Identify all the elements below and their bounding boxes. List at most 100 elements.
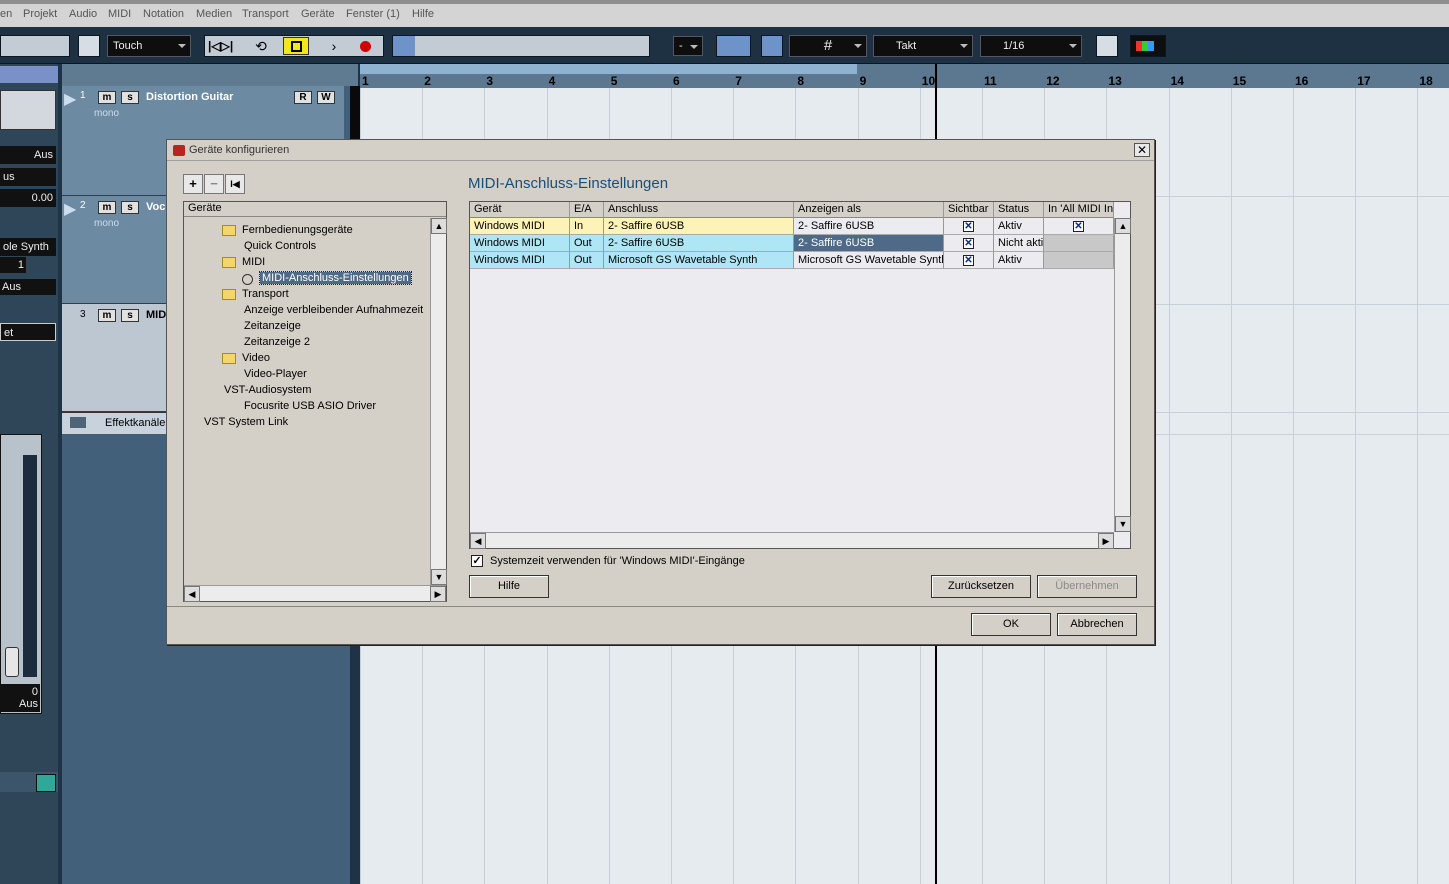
reset-device-button[interactable]: I◀ [225, 174, 245, 194]
grid-type-icon[interactable]: # [789, 35, 867, 57]
tree-item[interactable]: Transport [222, 288, 289, 300]
tree-item[interactable]: Zeitanzeige [242, 320, 303, 332]
table-cell-anzeigen[interactable]: 2- Saffire 6USB [794, 218, 944, 235]
expand-icon[interactable]: ▶ [64, 89, 76, 109]
solo-button[interactable]: s [121, 201, 139, 214]
cycle-icon[interactable]: ⟲ [250, 38, 272, 54]
table-cell-sichtbar[interactable]: ✕ [944, 252, 994, 269]
read-button[interactable]: R [294, 91, 312, 104]
scroll-left-icon[interactable]: ◀ [184, 586, 200, 602]
mute-button[interactable]: m [98, 91, 116, 104]
inspector-aus2[interactable]: Aus [0, 279, 56, 295]
col-header-status[interactable]: Status [994, 202, 1044, 218]
play-icon[interactable]: › [323, 37, 345, 55]
channel-fader[interactable] [0, 434, 42, 714]
quantize-setup-icon[interactable] [1096, 35, 1118, 57]
tree-item[interactable]: Video-Player [242, 368, 309, 380]
menu-item-fenster[interactable]: Fenster (1) [346, 8, 400, 20]
menu-item-audio[interactable]: Audio [69, 8, 97, 20]
scroll-left-icon[interactable]: ◀ [470, 533, 486, 549]
menu-item-geraete[interactable]: Geräte [301, 8, 335, 20]
scroll-down-icon[interactable]: ▼ [431, 569, 447, 585]
menu-item-hilfe[interactable]: Hilfe [412, 8, 434, 20]
ok-button[interactable]: OK [971, 613, 1051, 636]
quantize-select[interactable]: 1/16 [980, 35, 1082, 57]
col-header-sichtbar[interactable]: Sichtbar [944, 202, 994, 218]
close-icon[interactable]: ✕ [1134, 143, 1150, 157]
fader-knob[interactable] [5, 647, 19, 677]
automation-icon[interactable] [78, 35, 100, 57]
solo-button[interactable]: s [121, 91, 139, 104]
help-button[interactable]: Hilfe [469, 575, 549, 598]
table-horizontal-scrollbar[interactable]: ◀ ▶ [470, 532, 1114, 549]
mute-button[interactable]: m [98, 201, 116, 214]
inspector-aus1[interactable]: Aus [0, 146, 56, 164]
grid-type-select[interactable]: Takt [873, 35, 973, 57]
inspector-synth[interactable]: ole Synth [0, 238, 56, 256]
col-header-geraet[interactable]: Gerät [470, 202, 570, 218]
tree-item[interactable]: VST-Audiosystem [222, 384, 313, 396]
tree-vertical-scrollbar[interactable]: ▲ ▼ [430, 218, 447, 585]
col-header-anzeigen[interactable]: Anzeigen als [794, 202, 944, 218]
tree-item[interactable]: VST System Link [202, 416, 290, 428]
timeline-ruler[interactable] [360, 64, 1449, 88]
snap-icon[interactable] [716, 35, 751, 57]
inspector-channel[interactable]: 1 [0, 257, 26, 273]
menu-item-datei[interactable]: en [0, 8, 12, 20]
checkbox-checked[interactable]: ✕ [963, 238, 974, 249]
arrow-tool-icon[interactable] [393, 36, 415, 56]
inspector-et[interactable]: et [0, 323, 56, 341]
inspector-value[interactable]: 0.00 [0, 189, 56, 207]
col-header-anschluss[interactable]: Anschluss [604, 202, 794, 218]
menu-item-notation[interactable]: Notation [143, 8, 184, 20]
add-device-button[interactable]: + [183, 174, 203, 194]
table-cell-anzeigen[interactable]: 2- Saffire 6USB [794, 235, 944, 252]
tree-item[interactable]: Anzeige verbleibender Aufnahmezeit [242, 304, 425, 316]
automation-mode-select[interactable]: Touch [107, 35, 191, 57]
tree-item[interactable]: Zeitanzeige 2 [242, 336, 312, 348]
step-select[interactable]: - [673, 36, 703, 56]
record-icon[interactable] [360, 41, 371, 52]
table-cell-sichtbar[interactable]: ✕ [944, 235, 994, 252]
table-cell-sichtbar[interactable]: ✕ [944, 218, 994, 235]
color-select-icon[interactable] [1130, 35, 1166, 57]
inspector-us[interactable]: us [0, 168, 56, 186]
tree-item[interactable]: Video [222, 352, 270, 364]
table-cell-allmidi[interactable]: ✕ [1044, 218, 1114, 235]
col-header-ea[interactable]: E/A [570, 202, 604, 218]
scroll-down-icon[interactable]: ▼ [1115, 516, 1131, 532]
stop-button[interactable] [283, 37, 309, 55]
window-tools-group[interactable] [0, 35, 70, 57]
inspector-buttons[interactable] [0, 90, 56, 130]
tree-item[interactable]: MIDI-Anschluss-Einstellungen [242, 271, 412, 285]
solo-button[interactable]: s [121, 309, 139, 322]
scroll-up-icon[interactable]: ▲ [431, 218, 447, 234]
menu-item-medien[interactable]: Medien [196, 8, 232, 20]
menu-item-midi[interactable]: MIDI [108, 8, 131, 20]
tree-item[interactable]: Quick Controls [242, 240, 318, 252]
clock-icon[interactable] [36, 774, 56, 792]
cancel-button[interactable]: Abbrechen [1057, 613, 1137, 636]
scroll-up-icon[interactable]: ▲ [1115, 218, 1131, 234]
scroll-right-icon[interactable]: ▶ [1098, 533, 1114, 549]
checkbox-checked[interactable]: ✕ [1073, 221, 1084, 232]
write-button[interactable]: W [317, 91, 335, 104]
loop-range[interactable] [360, 64, 857, 74]
apply-button[interactable]: Übernehmen [1037, 575, 1137, 598]
systemzeit-checkbox[interactable]: ✓ [471, 555, 483, 567]
menu-item-projekt[interactable]: Projekt [23, 8, 57, 20]
menu-item-transport[interactable]: Transport [242, 8, 289, 20]
track-name[interactable]: Voc [146, 201, 165, 213]
remove-device-button[interactable]: − [204, 174, 224, 194]
tree-item[interactable]: Fernbedienungsgeräte [222, 224, 353, 236]
tree-horizontal-scrollbar[interactable]: ◀ ▶ [184, 585, 446, 602]
checkbox-checked[interactable]: ✕ [963, 255, 974, 266]
mute-button[interactable]: m [98, 309, 116, 322]
checkbox-checked[interactable]: ✕ [963, 221, 974, 232]
table-cell-allmidi[interactable] [1044, 252, 1114, 269]
table-cell-anzeigen[interactable]: Microsoft GS Wavetable Synth [794, 252, 944, 269]
scroll-right-icon[interactable]: ▶ [430, 586, 446, 602]
tree-item[interactable]: MIDI [222, 256, 265, 268]
col-header-all-midi[interactable]: In 'All MIDI In [1044, 202, 1114, 218]
table-vertical-scrollbar[interactable]: ▲ ▼ [1114, 218, 1131, 532]
